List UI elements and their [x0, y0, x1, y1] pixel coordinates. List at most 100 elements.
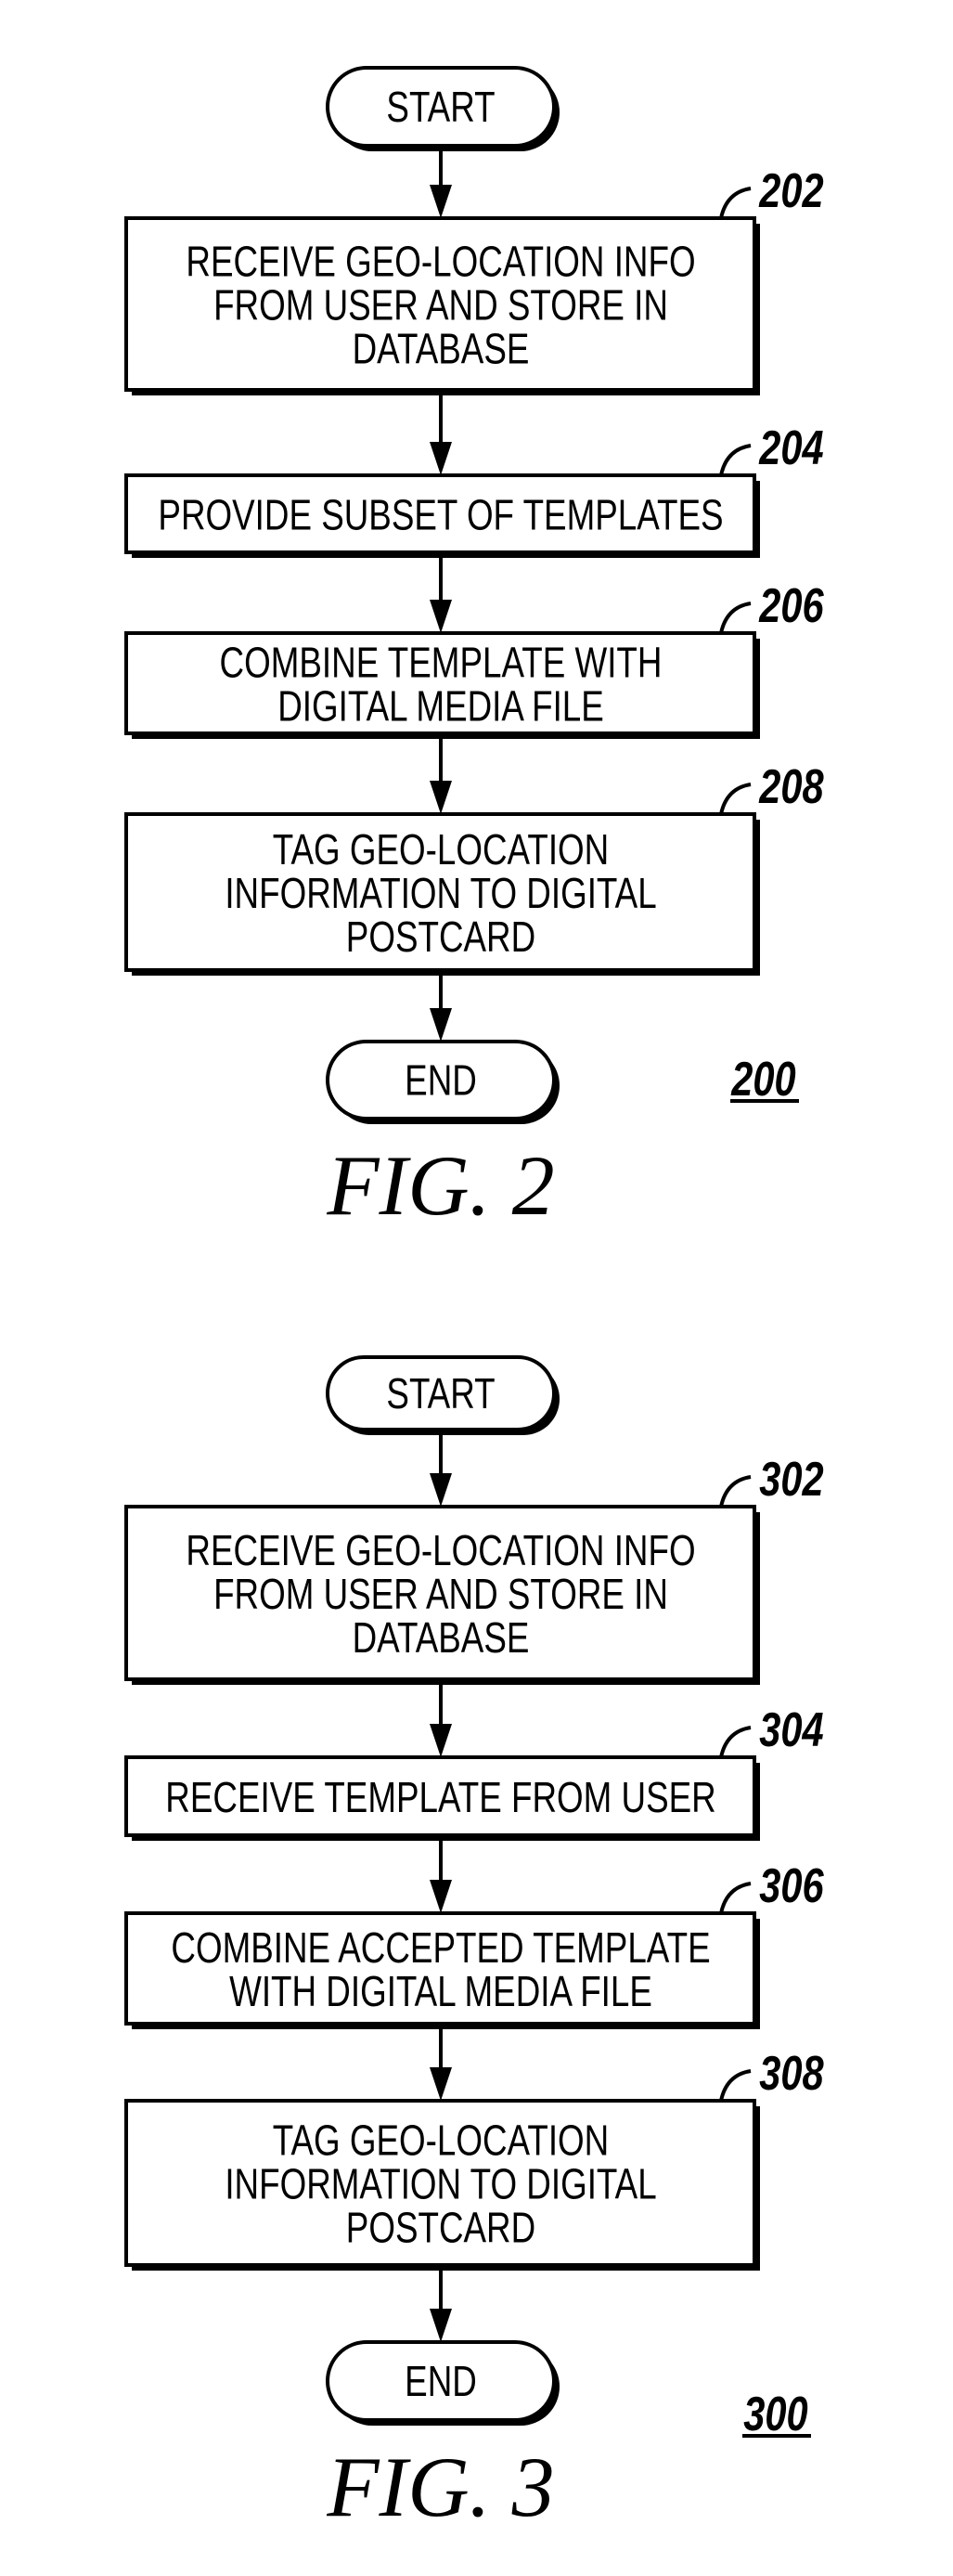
reference-numeral: 206	[758, 578, 824, 633]
step-202-text-line: RECEIVE GEO-LOCATION INFO	[186, 238, 695, 286]
fig2-arrow-to-206	[430, 552, 452, 633]
step-302-text-line: FROM USER AND STORE IN	[213, 1570, 668, 1618]
fig3-figure-reference-number: 300	[743, 2387, 807, 2441]
fig3-start-terminal-label-group: START	[386, 1369, 495, 1417]
step-302-text-line: DATABASE	[353, 1613, 530, 1662]
step-202-text-line-group: DATABASE	[353, 325, 530, 373]
arrow-head	[430, 442, 452, 475]
arrow-head	[430, 1008, 452, 1042]
fig2-arrow-to-208	[430, 733, 452, 814]
fig2-caption: FIG. 2	[326, 1138, 554, 1233]
fig3-arrow-to-302	[430, 1430, 452, 1507]
step-202-text-line-group: RECEIVE GEO-LOCATION INFO	[186, 238, 695, 286]
reference-numeral-group: 306	[759, 1858, 824, 1913]
step-302-text-line-group: RECEIVE GEO-LOCATION INFO	[186, 1526, 695, 1574]
fig3-end-terminal-label-group: END	[405, 2357, 477, 2405]
fig3-arrow-to-end	[430, 2265, 452, 2342]
step-308-text-line-group: INFORMATION TO DIGITAL	[225, 2160, 656, 2208]
fig3-end-terminal-label: END	[405, 2357, 477, 2405]
reference-numeral-group: 208	[758, 759, 824, 814]
reference-numeral: 208	[758, 759, 824, 814]
fig3-caption: FIG. 3	[326, 2440, 554, 2534]
fig3-start-terminal-label: START	[386, 1369, 495, 1417]
fig3-arrow-to-304	[430, 1679, 452, 1757]
step-206-text-line-group: COMBINE TEMPLATE WITH	[220, 639, 663, 687]
step-306-text-line: WITH DIGITAL MEDIA FILE	[229, 1967, 652, 2015]
step-208-text-line-group: POSTCARD	[346, 913, 535, 961]
step-306-text-line-group: COMBINE ACCEPTED TEMPLATE	[171, 1923, 710, 1972]
arrow-head	[430, 2309, 452, 2342]
step-206-text-line: DIGITAL MEDIA FILE	[277, 682, 604, 731]
fig2-arrow-to-end	[430, 970, 452, 1042]
step-302-text-line-group: FROM USER AND STORE IN	[213, 1570, 668, 1618]
step-306-text-line-group: WITH DIGITAL MEDIA FILE	[229, 1967, 652, 2015]
step-202-text-line: FROM USER AND STORE IN	[213, 281, 668, 330]
arrow-head	[430, 185, 452, 218]
arrow-head	[430, 1724, 452, 1757]
step-308-text-line: TAG GEO-LOCATION	[273, 2116, 609, 2165]
step-308-text-line-group: TAG GEO-LOCATION	[273, 2116, 609, 2165]
step-304-text-line: RECEIVE TEMPLATE FROM USER	[165, 1773, 715, 1821]
process-step-308: TAG GEO-LOCATIONINFORMATION TO DIGITALPO…	[124, 2046, 824, 2271]
reference-leader-line	[719, 1726, 752, 1758]
step-206-text-line: COMBINE TEMPLATE WITH	[220, 639, 663, 687]
reference-numeral: 204	[758, 421, 823, 475]
step-208-text-line: TAG GEO-LOCATION	[273, 825, 609, 874]
fig2-start-terminal: START	[326, 66, 560, 151]
step-308-text-line-group: POSTCARD	[346, 2204, 535, 2252]
fig3-end-terminal: END	[326, 2340, 560, 2426]
step-204-text-line: PROVIDE SUBSET OF TEMPLATES	[158, 491, 723, 539]
fig2-end-terminal-label: END	[405, 1056, 477, 1105]
fig2-start-terminal-label-group: START	[386, 83, 495, 131]
step-308-text-line: POSTCARD	[346, 2204, 535, 2252]
reference-numeral-group: 302	[759, 1452, 823, 1507]
fig2-figure-reference-group: 200	[730, 1052, 795, 1107]
reference-numeral: 306	[759, 1858, 824, 1913]
reference-numeral: 308	[759, 2046, 824, 2101]
fig3-figure-reference-group: 300	[743, 2387, 807, 2441]
step-302-text-line: RECEIVE GEO-LOCATION INFO	[186, 1526, 695, 1574]
arrow-head	[430, 1473, 452, 1507]
flowchart-fig2: RECEIVE GEO-LOCATION INFOFROM USER AND S…	[124, 163, 824, 976]
fig3-arrow-to-306	[430, 1835, 452, 1913]
process-step-306: COMBINE ACCEPTED TEMPLATEWITH DIGITAL ME…	[124, 1858, 824, 2029]
step-208-text-line-group: INFORMATION TO DIGITAL	[225, 869, 656, 917]
reference-leader-line	[719, 1475, 752, 1508]
reference-numeral: 304	[759, 1702, 823, 1757]
fig2-start-terminal-label: START	[386, 83, 495, 131]
reference-numeral-group: 308	[759, 2046, 824, 2101]
reference-numeral-group: 204	[758, 421, 823, 475]
fig2-arrow-to-202	[430, 146, 452, 218]
step-304-text-line-group: RECEIVE TEMPLATE FROM USER	[165, 1773, 715, 1821]
step-208-text-line: POSTCARD	[346, 913, 535, 961]
fig2-end-terminal-label-group: END	[405, 1056, 477, 1105]
process-step-208: TAG GEO-LOCATIONINFORMATION TO DIGITALPO…	[124, 759, 824, 976]
reference-leader-line	[719, 2069, 752, 2102]
step-208-text-line: INFORMATION TO DIGITAL	[225, 869, 656, 917]
reference-numeral-group: 206	[758, 578, 824, 633]
arrow-head	[430, 600, 452, 633]
process-step-302: RECEIVE GEO-LOCATION INFOFROM USER AND S…	[124, 1452, 824, 1685]
reference-leader-line	[719, 1882, 752, 1914]
reference-leader-line	[719, 444, 752, 476]
step-308-text-line: INFORMATION TO DIGITAL	[225, 2160, 656, 2208]
step-202-text-line-group: FROM USER AND STORE IN	[213, 281, 668, 330]
fig2-arrow-to-204	[430, 390, 452, 475]
fig3-arrow-to-308	[430, 2024, 452, 2101]
fig2-end-terminal: END	[326, 1040, 560, 1124]
fig3-start-terminal: START	[326, 1355, 560, 1435]
step-302-text-line-group: DATABASE	[353, 1613, 530, 1662]
reference-leader-line	[719, 602, 752, 634]
flowchart-fig3: RECEIVE GEO-LOCATION INFOFROM USER AND S…	[124, 1452, 824, 2271]
patent-drawing-sheet: RECEIVE GEO-LOCATION INFOFROM USER AND S…	[124, 66, 824, 2534]
reference-leader-line	[719, 783, 752, 815]
reference-numeral: 202	[758, 163, 823, 218]
process-step-204: PROVIDE SUBSET OF TEMPLATES 204	[124, 421, 824, 558]
process-step-202: RECEIVE GEO-LOCATION INFOFROM USER AND S…	[124, 163, 824, 395]
reference-numeral-group: 304	[759, 1702, 823, 1757]
step-208-text-line-group: TAG GEO-LOCATION	[273, 825, 609, 874]
arrow-head	[430, 2067, 452, 2101]
step-306-text-line: COMBINE ACCEPTED TEMPLATE	[171, 1923, 710, 1972]
process-step-304: RECEIVE TEMPLATE FROM USER 304	[124, 1702, 824, 1841]
reference-numeral-group: 202	[758, 163, 823, 218]
